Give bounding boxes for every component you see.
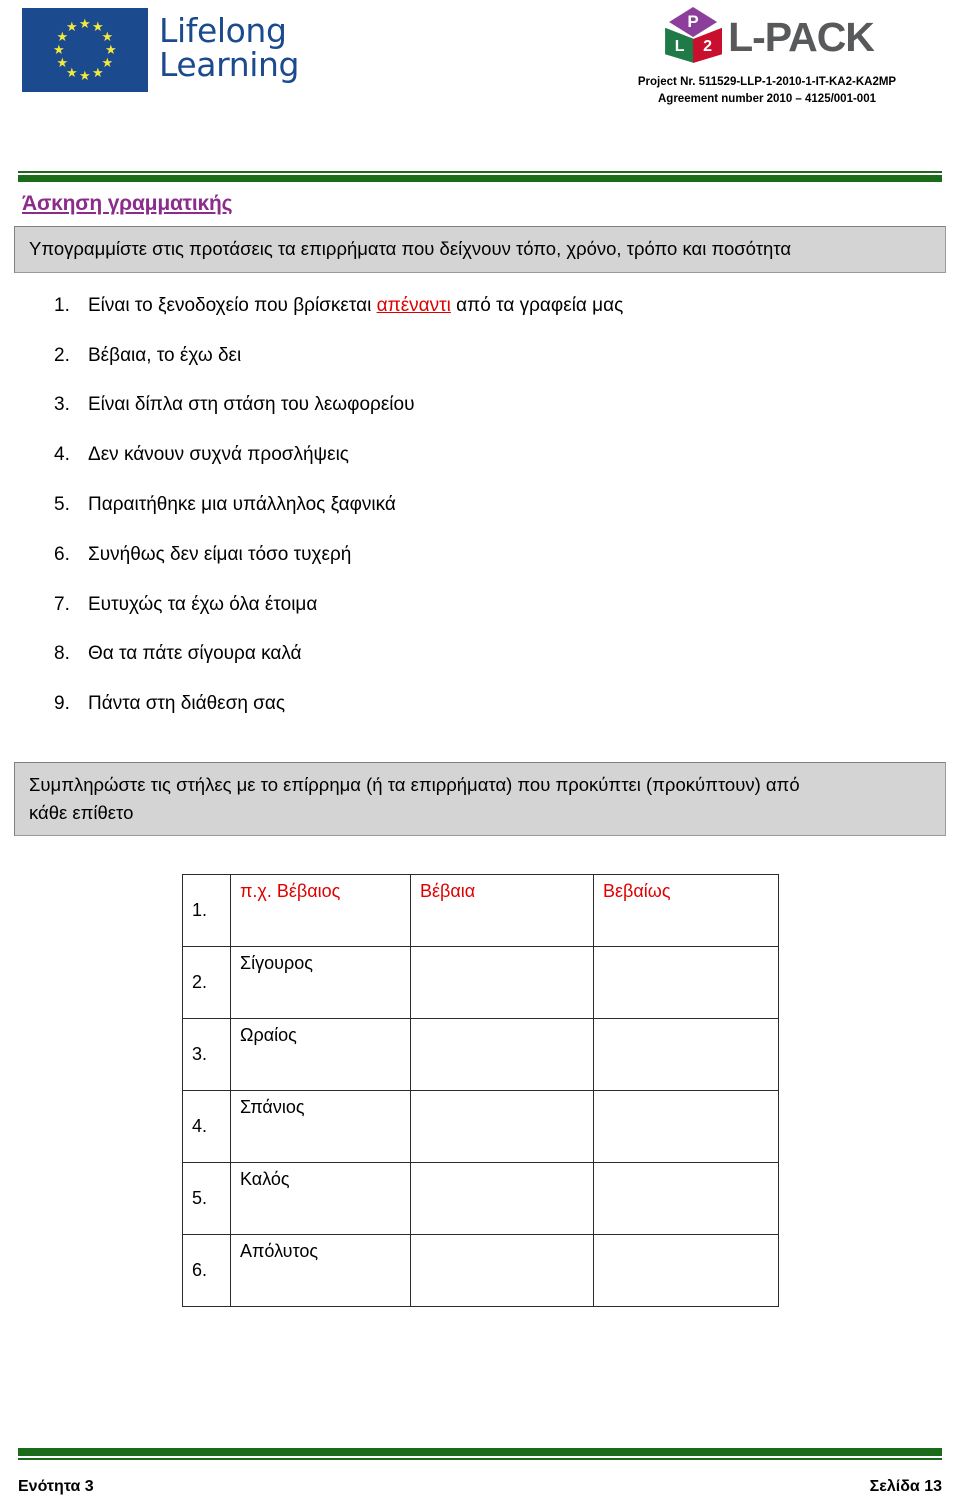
learning-line: Learning	[159, 45, 300, 84]
footer-divider-thin-line	[18, 1458, 942, 1460]
divider-thick-line	[18, 175, 942, 182]
adjective-cell: π.χ. Βέβαιος	[230, 874, 411, 948]
adverb-input-cell-2[interactable]	[593, 1018, 779, 1092]
adverb-input-cell-1[interactable]	[410, 1234, 594, 1308]
adverb-input-cell-2[interactable]	[593, 946, 779, 1020]
adjective-cell: Καλός	[230, 1162, 411, 1236]
lifelong-learning-wordmark: Lifelong Learning	[159, 14, 299, 85]
adjective-cell: Σίγουρος	[230, 946, 411, 1020]
project-info: Project Nr. 511529-LLP-1-2010-1-IT-KA2-K…	[592, 74, 942, 107]
instruction-box-2: Συμπληρώστε τις στήλες με το επίρρημα (ή…	[14, 761, 946, 837]
lifelong-learning-logo: Lifelong Learning	[22, 8, 299, 92]
page-title: Άσκηση γραμματικής	[22, 192, 233, 215]
adverb-input-cell-2[interactable]	[593, 1162, 779, 1236]
page-content: Άσκηση γραμματικής Υπογραμμίστε στις προ…	[0, 192, 960, 1308]
sentence-item: 3. Είναι δίπλα στη στάση του λεωφορείου	[0, 394, 960, 417]
adverb-table: 1. π.χ. Βέβαιος Βέβαια Βεβαίως 2. Σίγουρος 3. Ω…	[182, 874, 779, 1308]
sentence-text: Είναι δίπλα στη στάση του λεωφορείου	[88, 394, 415, 416]
table-row: 3. Ωραίος	[182, 1018, 779, 1092]
row-number-cell: 5.	[182, 1162, 231, 1236]
sentence-text-after: από τα γραφεία μας	[450, 294, 624, 316]
adverb-input-cell-1[interactable]	[410, 1018, 594, 1092]
sentence-text: Είναι το ξενοδοχείο που βρίσκεται	[88, 294, 377, 316]
sentence-text: Θα τα πάτε σίγουρα καλά	[88, 643, 302, 665]
sentence-item: 4. Δεν κάνουν συχνά προσλήψεις	[0, 444, 960, 467]
page-footer: Ενότητα 3 Σελίδα 13	[18, 1478, 942, 1496]
sentence-text: Δεν κάνουν συχνά προσλήψεις	[88, 444, 349, 466]
adverb-input-cell-1: Βέβαια	[410, 874, 594, 948]
sentence-item: 2. Βέβαια, το έχω δει	[0, 345, 960, 368]
instruction-2-line-2: κάθε επίθετο	[29, 801, 134, 823]
sentence-number: 2.	[54, 344, 70, 366]
table-row: 6. Απόλυτος	[182, 1234, 779, 1308]
footer-divider	[18, 1448, 942, 1460]
l-pack-logo: P L 2 L-PACK	[592, 6, 942, 68]
instruction-2-line-1: Συμπληρώστε τις στήλες με το επίρρημα (ή…	[29, 773, 800, 795]
sentence-number: 7.	[54, 593, 70, 615]
sentence-number: 8.	[54, 643, 70, 665]
sentence-item: 8. Θα τα πάτε σίγουρα καλά	[0, 643, 960, 666]
agreement-number: Agreement number 2010 – 4125/001-001	[658, 92, 876, 105]
adverb-input-cell-1[interactable]	[410, 946, 594, 1020]
sentence-number: 6.	[54, 543, 70, 565]
adjective-cell: Απόλυτος	[230, 1234, 411, 1308]
table-row: 5. Καλός	[182, 1162, 779, 1236]
sentence-text: Συνήθως δεν είμαι τόσο τυχερή	[88, 543, 352, 565]
instruction-box-1: Υπογραμμίστε στις προτάσεις τα επιρρήματ…	[14, 226, 946, 273]
sentence-number: 4.	[54, 444, 70, 466]
sentence-list: 1. Είναι το ξενοδοχείο που βρίσκεται απέν…	[0, 295, 960, 716]
sentence-item: 9. Πάντα στη διάθεση σας	[0, 693, 960, 716]
adjective-cell: Ωραίος	[230, 1018, 411, 1092]
row-number-cell: 2.	[182, 946, 231, 1020]
row-number-cell: 4.	[182, 1090, 231, 1164]
row-number-cell: 3.	[182, 1018, 231, 1092]
sentence-text: Πάντα στη διάθεση σας	[88, 693, 286, 715]
sentence-number: 9.	[54, 693, 70, 715]
sentence-item: 5. Παραιτήθηκε μια υπάλληλος ξαφνικά	[0, 494, 960, 517]
table-row: 1. π.χ. Βέβαιος Βέβαια Βεβαίως	[182, 874, 779, 948]
eu-flag-icon	[22, 8, 148, 92]
row-number-cell: 6.	[182, 1234, 231, 1308]
footer-divider-thick-line	[18, 1448, 942, 1456]
footer-unit-label: Ενότητα 3	[18, 1478, 94, 1495]
adverb-input-cell-2[interactable]	[593, 1234, 779, 1308]
sentence-number: 5.	[54, 493, 70, 515]
adjective-cell: Σπάνιος	[230, 1090, 411, 1164]
adverb-input-cell-1[interactable]	[410, 1090, 594, 1164]
sentence-text: Παραιτήθηκε μια υπάλληλος ξαφνικά	[88, 493, 396, 515]
cube-icon: P L 2	[660, 6, 726, 68]
row-number-cell: 1.	[182, 874, 231, 948]
table-row: 4. Σπάνιος	[182, 1090, 779, 1164]
sentence-text: Βέβαια, το έχω δει	[88, 344, 242, 366]
lifelong-line: Lifelong	[159, 11, 287, 51]
adverb-input-cell-1[interactable]	[410, 1162, 594, 1236]
project-number: Project Nr. 511529-LLP-1-2010-1-IT-KA2-K…	[637, 76, 897, 88]
sentence-number: 1.	[54, 294, 70, 316]
table-row: 2. Σίγουρος	[182, 946, 779, 1020]
highlighted-adverb: απέναντι	[376, 294, 451, 316]
footer-page-label: Σελίδα 13	[869, 1478, 942, 1495]
sentence-item: 7. Ευτυχώς τα έχω όλα έτοιμα	[0, 594, 960, 617]
lpack-logo-block: P L 2 L-PACK Project Nr. 511529-LLP-1-20…	[592, 6, 942, 107]
sentence-number: 3.	[54, 394, 70, 416]
adverb-input-cell-2: Βεβαίως	[593, 874, 779, 948]
sentence-item: 1. Είναι το ξενοδοχείο που βρίσκεται απέν…	[0, 295, 960, 318]
page-header: Lifelong Learning P L 2 L-PACK Project N…	[0, 0, 960, 150]
sentence-item: 6. Συνήθως δεν είμαι τόσο τυχερή	[0, 544, 960, 567]
adverb-input-cell-2[interactable]	[593, 1090, 779, 1164]
lpack-wordmark: L-PACK	[728, 13, 875, 60]
header-divider	[18, 171, 942, 182]
sentence-text: Ευτυχώς τα έχω όλα έτοιμα	[88, 593, 318, 615]
